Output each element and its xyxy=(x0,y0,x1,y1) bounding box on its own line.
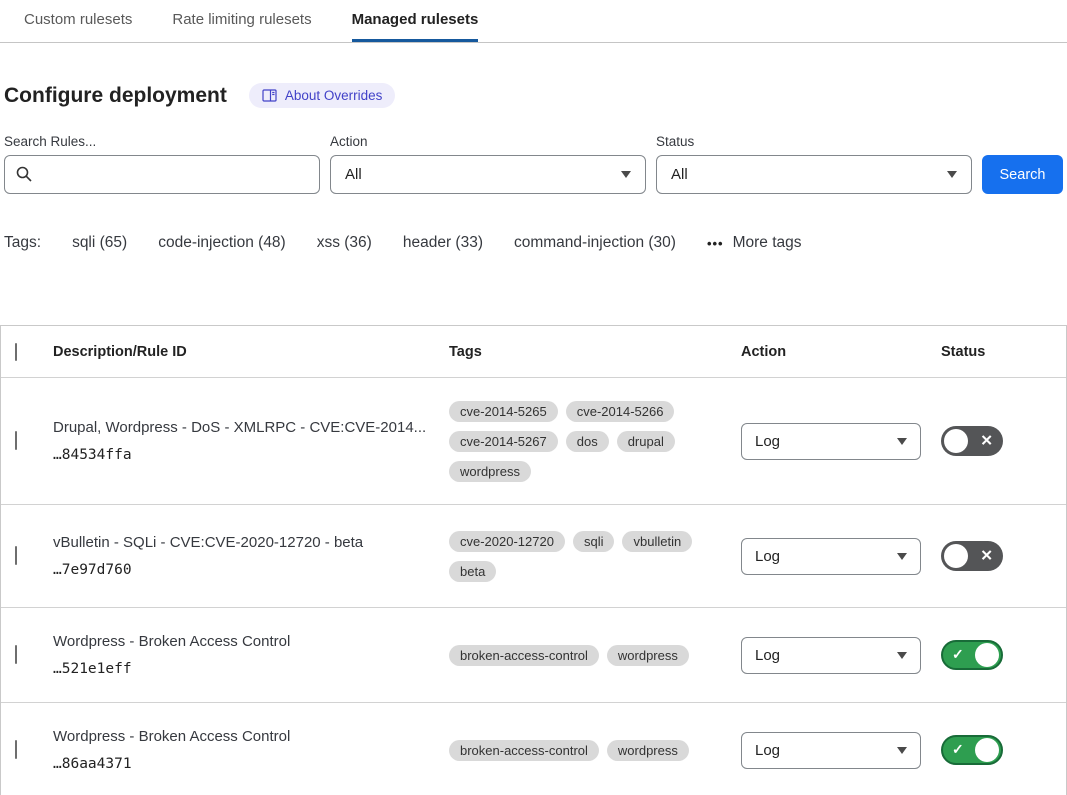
search-rules-label: Search Rules... xyxy=(4,134,330,149)
rule-tag: broken-access-control xyxy=(449,740,599,761)
table-row: vBulletin - SQLi - CVE:CVE-2020-12720 - … xyxy=(1,505,1066,608)
rule-tag: cve-2020-12720 xyxy=(449,531,565,552)
column-status: Status xyxy=(941,344,1066,360)
search-rules-input[interactable] xyxy=(4,155,320,194)
tags-bar: Tags: sqli (65) code-injection (48) xss … xyxy=(4,234,1063,252)
rule-status-toggle[interactable]: ✕ xyxy=(941,426,1003,456)
table-row: Drupal, Wordpress - DoS - XMLRPC - CVE:C… xyxy=(1,378,1066,505)
rule-tag: drupal xyxy=(617,431,675,452)
toggle-knob xyxy=(944,429,968,453)
rule-tag: cve-2014-5266 xyxy=(566,401,675,422)
rule-tag: cve-2014-5267 xyxy=(449,431,558,452)
rule-description: Drupal, Wordpress - DoS - XMLRPC - CVE:C… xyxy=(53,419,429,438)
rule-id: …521e1eff xyxy=(53,661,429,677)
status-filter-label: Status xyxy=(656,134,982,149)
rule-action-value: Log xyxy=(755,647,780,664)
table-header-row: Description/Rule ID Tags Action Status xyxy=(1,326,1066,378)
rule-status-toggle[interactable]: ✕ xyxy=(941,541,1003,571)
row-checkbox[interactable] xyxy=(15,546,17,565)
tag-link-xss[interactable]: xss (36) xyxy=(317,234,372,252)
rule-action-select[interactable]: Log xyxy=(741,732,921,769)
rule-action-select[interactable]: Log xyxy=(741,423,921,460)
tag-link-header[interactable]: header (33) xyxy=(403,234,483,252)
row-checkbox[interactable] xyxy=(15,740,17,759)
status-filter-select[interactable]: All xyxy=(656,155,972,194)
toggle-knob xyxy=(975,738,999,762)
rule-action-value: Log xyxy=(755,742,780,759)
rule-description: Wordpress - Broken Access Control xyxy=(53,728,429,747)
tab-managed-rulesets[interactable]: Managed rulesets xyxy=(352,0,479,42)
ruleset-tabs: Custom rulesets Rate limiting rulesets M… xyxy=(0,0,1067,43)
rule-tag: broken-access-control xyxy=(449,645,599,666)
column-description: Description/Rule ID xyxy=(53,344,449,360)
rule-id: …86aa4371 xyxy=(53,756,429,772)
more-tags-button[interactable]: ••• More tags xyxy=(707,234,802,252)
status-filter-value: All xyxy=(671,166,688,183)
rule-id: …84534ffa xyxy=(53,447,429,463)
check-icon: ✓ xyxy=(952,741,964,758)
row-checkbox[interactable] xyxy=(15,645,17,664)
page-title: Configure deployment xyxy=(4,84,227,108)
chevron-down-icon xyxy=(897,747,907,754)
chevron-down-icon xyxy=(897,438,907,445)
select-all-checkbox[interactable] xyxy=(15,343,17,361)
tags-label: Tags: xyxy=(4,234,41,252)
column-action: Action xyxy=(741,344,941,360)
column-tags: Tags xyxy=(449,344,741,360)
rule-tag: wordpress xyxy=(607,740,689,761)
rule-action-value: Log xyxy=(755,548,780,565)
action-filter-select[interactable]: All xyxy=(330,155,646,194)
table-row: Wordpress - Broken Access Control …86aa4… xyxy=(1,703,1066,795)
chevron-down-icon xyxy=(947,171,957,178)
tab-rate-limiting-rulesets[interactable]: Rate limiting rulesets xyxy=(172,0,311,42)
rule-tag: sqli xyxy=(573,531,615,552)
rule-tag: dos xyxy=(566,431,609,452)
rule-tag: wordpress xyxy=(449,461,531,482)
row-checkbox[interactable] xyxy=(15,431,17,450)
rule-tag: beta xyxy=(449,561,496,582)
rule-action-value: Log xyxy=(755,433,780,450)
rule-id: …7e97d760 xyxy=(53,562,429,578)
action-filter-value: All xyxy=(345,166,362,183)
rule-action-select[interactable]: Log xyxy=(741,637,921,674)
tag-link-command-injection[interactable]: command-injection (30) xyxy=(514,234,676,252)
rule-status-toggle[interactable]: ✓ xyxy=(941,640,1003,670)
toggle-knob xyxy=(975,643,999,667)
tag-link-code-injection[interactable]: code-injection (48) xyxy=(158,234,286,252)
ellipsis-icon: ••• xyxy=(707,236,724,251)
rules-table: Description/Rule ID Tags Action Status D… xyxy=(0,325,1067,795)
filter-bar: Search Rules... Action All Status xyxy=(4,134,1063,194)
rule-description: vBulletin - SQLi - CVE:CVE-2020-12720 - … xyxy=(53,534,429,553)
x-icon: ✕ xyxy=(980,547,993,565)
search-button[interactable]: Search xyxy=(982,155,1063,194)
rule-action-select[interactable]: Log xyxy=(741,538,921,575)
chevron-down-icon xyxy=(897,553,907,560)
chevron-down-icon xyxy=(897,652,907,659)
check-icon: ✓ xyxy=(952,646,964,663)
rule-description: Wordpress - Broken Access Control xyxy=(53,633,429,652)
x-icon: ✕ xyxy=(980,432,993,450)
action-filter-label: Action xyxy=(330,134,656,149)
more-tags-label: More tags xyxy=(733,234,802,252)
book-icon xyxy=(262,89,277,102)
about-overrides-label: About Overrides xyxy=(285,88,383,103)
rule-tag: vbulletin xyxy=(622,531,692,552)
rule-status-toggle[interactable]: ✓ xyxy=(941,735,1003,765)
tab-custom-rulesets[interactable]: Custom rulesets xyxy=(24,0,132,42)
rule-tag: cve-2014-5265 xyxy=(449,401,558,422)
table-row: Wordpress - Broken Access Control …521e1… xyxy=(1,608,1066,703)
heading-row: Configure deployment About Overrides xyxy=(4,83,1063,108)
rule-tag: wordpress xyxy=(607,645,689,666)
about-overrides-link[interactable]: About Overrides xyxy=(249,83,396,108)
tag-link-sqli[interactable]: sqli (65) xyxy=(72,234,127,252)
toggle-knob xyxy=(944,544,968,568)
chevron-down-icon xyxy=(621,171,631,178)
